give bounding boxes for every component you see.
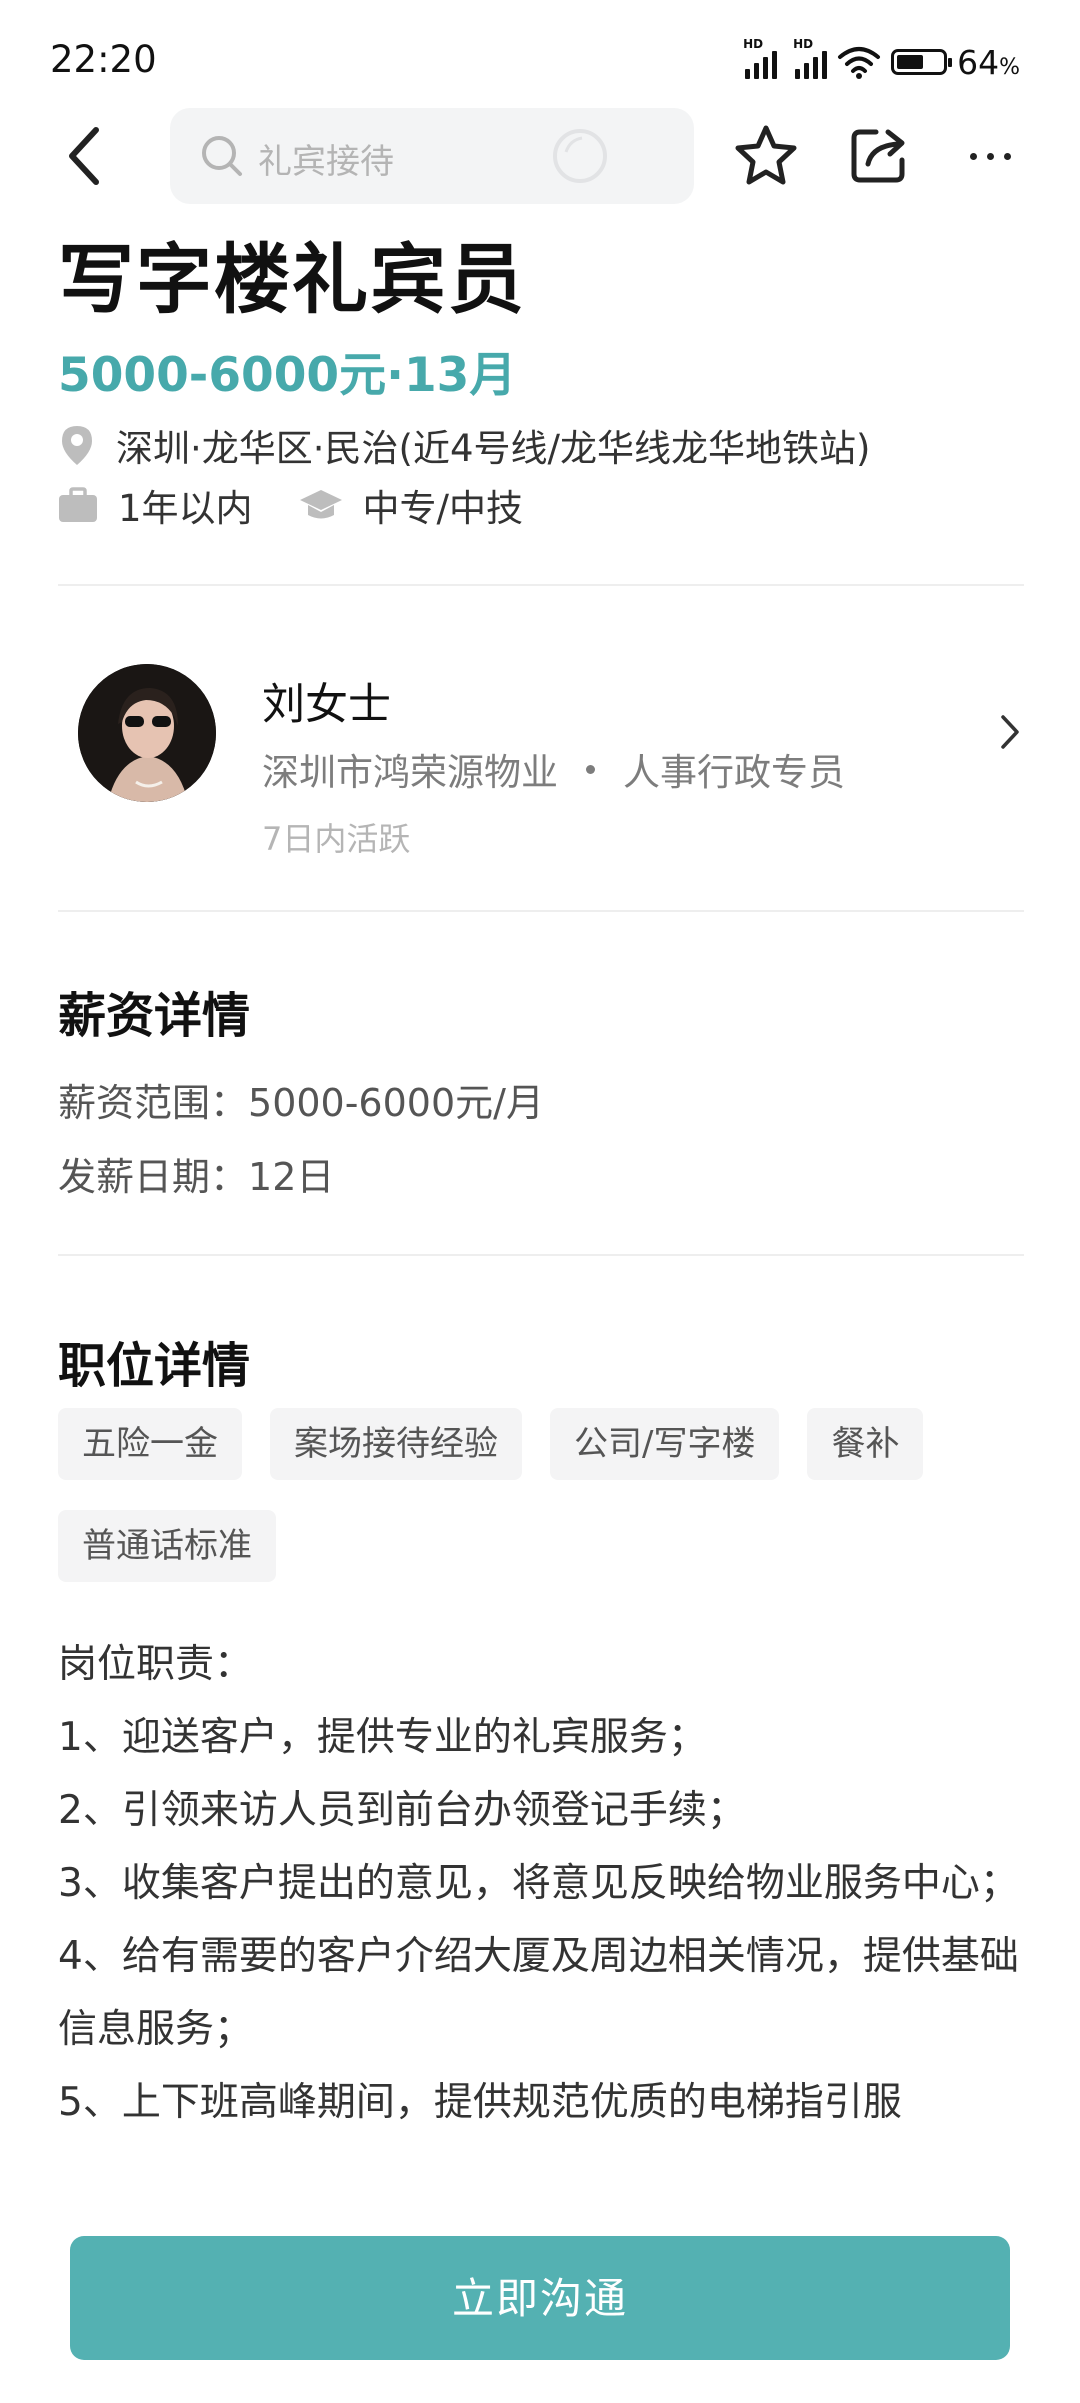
- avatar: [78, 664, 216, 802]
- recruiter-company-row: 深圳市鸿荣源物业 人事行政专员: [262, 742, 845, 796]
- divider: [58, 584, 1024, 586]
- more-dot: [986, 152, 994, 160]
- more-dot: [1003, 152, 1011, 160]
- job-tag: 餐补: [807, 1408, 924, 1480]
- job-salary: 5000-6000元·13月: [58, 348, 517, 403]
- battery-icon: [891, 49, 953, 75]
- job-experience: 1年以内: [118, 487, 253, 530]
- description-line: 1、迎送客户，提供专业的礼宾服务；: [58, 1715, 707, 1760]
- salary-section-title: 薪资详情: [58, 988, 251, 1044]
- share-button[interactable]: [846, 122, 912, 192]
- more-dot: [969, 152, 977, 160]
- job-tag: 公司/写字楼: [550, 1408, 780, 1480]
- chat-now-button[interactable]: 立即沟通: [70, 2236, 1010, 2360]
- search-icon: [202, 136, 242, 176]
- job-tag: 五险一金: [58, 1408, 242, 1480]
- signal-icon: HD: [793, 37, 828, 79]
- battery-percent: 64%: [957, 42, 1020, 82]
- search-input[interactable]: 礼宾接待: [170, 108, 694, 204]
- divider: [58, 910, 1024, 912]
- description-line: 2、引领来访人员到前台办领登记手续；: [58, 1788, 746, 1833]
- description-line: 3、收集客户提出的意见，将意见反映给物业服务中心；: [58, 1861, 1019, 1906]
- job-tags: 五险一金 案场接待经验 公司/写字楼 餐补 普通话标准: [58, 1408, 1038, 1582]
- search-placeholder: 礼宾接待: [258, 142, 394, 182]
- briefcase-icon: [59, 487, 97, 522]
- share-icon: [851, 129, 905, 183]
- star-icon: [735, 125, 797, 185]
- more-options-button[interactable]: [960, 138, 1020, 174]
- chevron-right-icon: [1001, 715, 1019, 749]
- payday-value: 12日: [248, 1155, 335, 1199]
- back-button[interactable]: [64, 122, 124, 192]
- graduation-cap-icon: [299, 490, 342, 519]
- salary-range: 薪资范围：5000-6000元/月: [58, 1072, 544, 1127]
- job-title: 写字楼礼宾员: [58, 235, 526, 324]
- separator-dot: [586, 764, 595, 774]
- salary-range-label: 薪资范围：: [58, 1081, 249, 1125]
- wifi-icon: [838, 47, 881, 79]
- job-section-title: 职位详情: [58, 1338, 251, 1394]
- job-tag: 普通话标准: [58, 1510, 276, 1582]
- recruiter-company: 深圳市鸿荣源物业: [262, 751, 558, 794]
- recruiter-active-status: 7日内活跃: [262, 820, 411, 858]
- divider: [58, 1254, 1024, 1256]
- job-requirements-row: 1年以内 中专/中技: [58, 478, 523, 532]
- location-pin-icon: [62, 426, 92, 465]
- job-description: 岗位职责： 1、迎送客户，提供专业的礼宾服务； 2、引领来访人员到前台办领登记手…: [58, 1628, 1024, 2139]
- search-decoration-icon: [553, 129, 607, 183]
- description-line: 岗位职责：: [58, 1642, 254, 1687]
- favorite-button[interactable]: [732, 122, 800, 194]
- payday: 发薪日期：12日: [58, 1146, 334, 1201]
- job-education: 中专/中技: [362, 487, 524, 530]
- payday-label: 发薪日期：: [58, 1155, 249, 1199]
- salary-range-value: 5000-6000元/月: [248, 1081, 544, 1125]
- recruiter-role: 人事行政专员: [623, 751, 845, 794]
- back-arrow-icon: [69, 127, 99, 185]
- description-line: 5、上下班高峰期间，提供规范优质的电梯指引服: [58, 2080, 902, 2125]
- job-tag: 案场接待经验: [270, 1408, 522, 1480]
- signal-icon: HD: [743, 37, 778, 79]
- job-location-row[interactable]: 深圳·龙华区·民治(近4号线/龙华线龙华地铁站): [58, 418, 870, 472]
- status-time: 22:20: [50, 38, 157, 81]
- recruiter-name: 刘女士: [262, 680, 391, 730]
- status-icons: HD HD 64%: [743, 37, 1020, 84]
- job-location: 深圳·龙华区·民治(近4号线/龙华线龙华地铁站): [116, 427, 871, 470]
- description-line: 4、给有需要的客户介绍大厦及周边相关情况，提供基础信息服务；: [58, 1934, 1019, 2052]
